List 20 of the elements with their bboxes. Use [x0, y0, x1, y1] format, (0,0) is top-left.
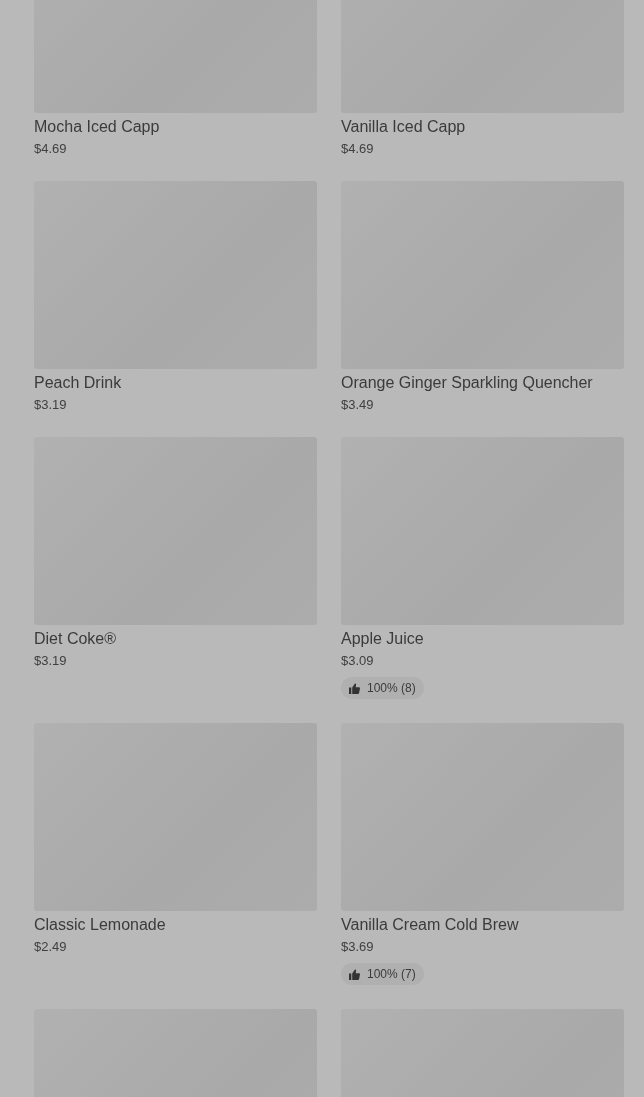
product-price: $4.69 — [341, 140, 374, 157]
product-name[interactable]: Classic Lemonade — [34, 915, 166, 935]
product-name[interactable]: Vanilla Iced Capp — [341, 117, 466, 137]
product-price: $2.49 — [34, 938, 67, 955]
product-price: $3.09 — [341, 652, 374, 669]
product-price: $3.69 — [341, 938, 374, 955]
product-name[interactable]: Vanilla Cream Cold Brew — [341, 915, 519, 935]
rating-text: 100% (7) — [367, 966, 416, 982]
product-price: $3.19 — [34, 652, 67, 669]
rating-text: 100% (8) — [367, 680, 416, 696]
product-name[interactable]: Peach Drink — [34, 373, 122, 393]
product-price: $3.19 — [34, 396, 67, 413]
product-price: $3.49 — [341, 396, 374, 413]
thumbs-up-icon — [349, 968, 360, 980]
product-name[interactable]: Apple Juice — [341, 629, 424, 649]
product-name[interactable]: Mocha Iced Capp — [34, 117, 160, 137]
product-name[interactable]: Diet Coke® — [34, 629, 117, 649]
thumbs-up-icon — [349, 682, 360, 694]
product-price: $4.69 — [34, 140, 67, 157]
product-name[interactable]: Orange Ginger Sparkling Quencher — [341, 373, 593, 393]
